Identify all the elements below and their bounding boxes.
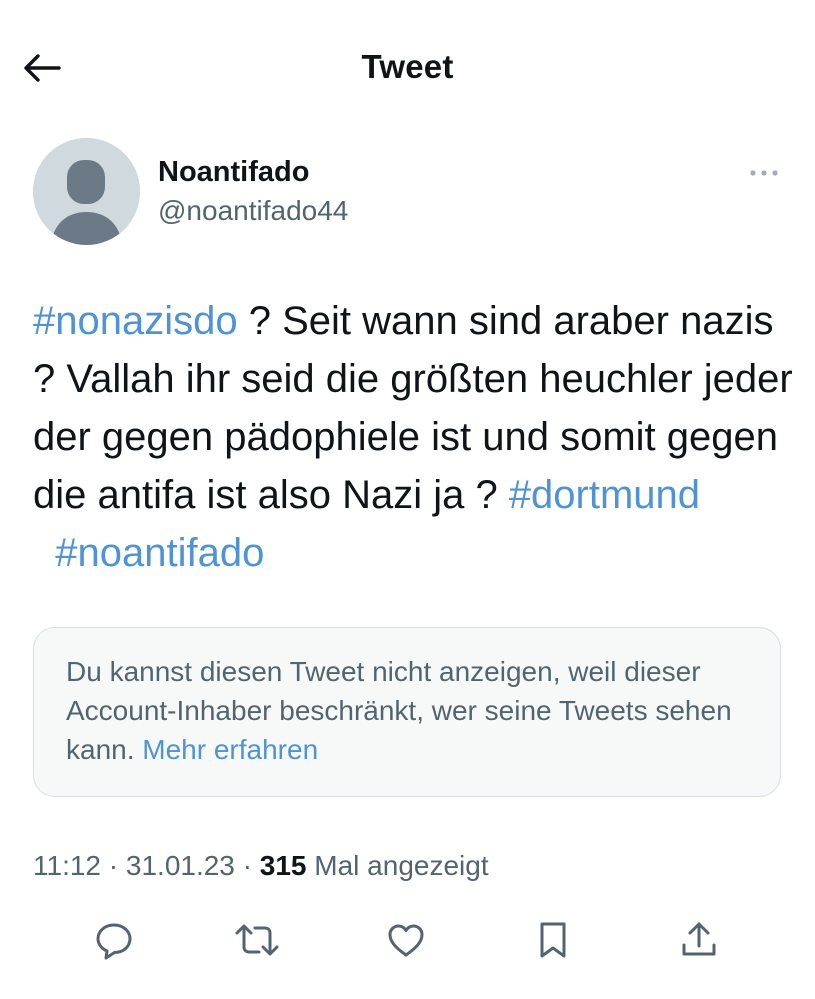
more-options-button[interactable] [744,158,784,188]
hashtag-link[interactable]: #noantifado [55,531,264,575]
tweet-meta: 11:12 · 31.01.23 · 315 Mal angezeigt [33,846,489,886]
reply-icon [96,923,132,960]
meta-separator: · [234,850,260,881]
hashtag-link[interactable]: #dortmund [509,473,700,517]
hashtag-link[interactable]: #nonazisdo [33,299,238,343]
tweet-date[interactable]: 31.01.23 [126,850,235,881]
hashtag-spacer [33,531,55,575]
meta-separator: · [101,850,126,881]
top-bar: Tweet [0,0,815,130]
reply-button[interactable] [84,910,144,970]
default-avatar-icon [33,138,140,245]
share-icon [682,922,716,956]
author-handle[interactable]: @noantifado44 [158,193,348,229]
retweet-button[interactable] [227,910,287,970]
author-name[interactable]: Noantifado [158,154,309,190]
tweet-text: #nonazisdo ? Seit wann sind araber nazis… [33,292,793,582]
views-count[interactable]: 315 [260,850,307,881]
more-horizontal-icon [750,170,778,176]
heart-icon [388,924,424,957]
like-button[interactable] [376,910,436,970]
retweet-icon [235,924,279,956]
page-title: Tweet [361,48,454,85]
avatar[interactable] [33,138,140,245]
tweet-time[interactable]: 11:12 [33,850,101,881]
share-button[interactable] [669,910,729,970]
bookmark-icon [540,922,566,958]
learn-more-link[interactable]: Mehr erfahren [142,734,318,765]
views-label: Mal angezeigt [314,850,489,881]
restricted-tweet-notice: Du kannst diesen Tweet nicht anzeigen, w… [33,627,781,797]
action-bar [0,910,815,970]
bookmark-button[interactable] [523,910,583,970]
